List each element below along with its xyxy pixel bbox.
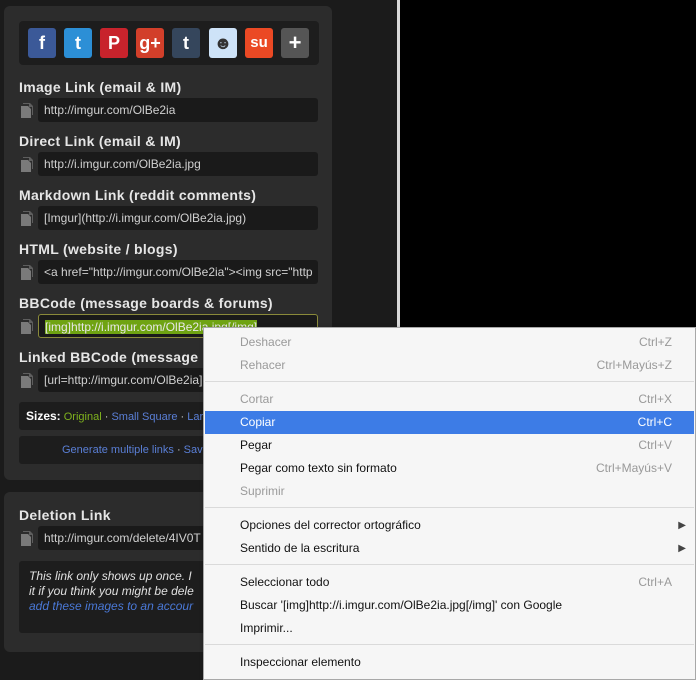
copy-document-icon[interactable] xyxy=(20,157,33,173)
menu-item-writing-direction[interactable]: Sentido de la escritura ▶ xyxy=(205,537,694,560)
menu-item-select-all[interactable]: Seleccionar todo Ctrl+A xyxy=(205,571,694,594)
menu-item-label: Opciones del corrector ortográfico xyxy=(240,518,421,532)
stumbleupon-icon[interactable]: su xyxy=(245,28,273,58)
menu-item-search-google[interactable]: Buscar '[img]http://i.imgur.com/OlBe2ia.… xyxy=(205,594,694,617)
sizes-label: Sizes: xyxy=(26,409,61,423)
size-separator: · xyxy=(101,411,112,423)
copy-document-icon[interactable] xyxy=(20,103,33,119)
twitter-icon[interactable]: t xyxy=(64,28,92,58)
menu-item-label: Imprimir... xyxy=(240,621,293,635)
image-link-field[interactable]: http://imgur.com/OlBe2ia xyxy=(38,98,318,122)
reddit-icon[interactable]: ☻ xyxy=(209,28,237,58)
size-separator: · xyxy=(177,411,188,423)
menu-item-spellcheck-options[interactable]: Opciones del corrector ortográfico ▶ xyxy=(205,514,694,537)
menu-item-label: Sentido de la escritura xyxy=(240,541,360,555)
copy-document-icon[interactable] xyxy=(20,373,33,389)
menu-item-delete[interactable]: Suprimir xyxy=(205,480,694,503)
menu-item-cut[interactable]: Cortar Ctrl+X xyxy=(205,388,694,411)
menu-item-label: Suprimir xyxy=(240,484,285,498)
html-link-field[interactable]: <a href="http://imgur.com/OlBe2ia"><img … xyxy=(38,260,318,284)
menu-item-redo[interactable]: Rehacer Ctrl+Mayús+Z xyxy=(205,354,694,377)
html-link-label: HTML (website / blogs) xyxy=(19,241,178,257)
facebook-icon[interactable]: f xyxy=(28,28,56,58)
menu-item-label: Deshacer xyxy=(240,335,292,349)
menu-item-label: Buscar '[img]http://i.imgur.com/OlBe2ia.… xyxy=(240,598,563,612)
menu-item-shortcut: Ctrl+Z xyxy=(639,335,672,349)
menu-item-shortcut: Ctrl+A xyxy=(638,575,672,589)
menu-item-label: Rehacer xyxy=(240,358,286,372)
menu-separator xyxy=(205,644,694,645)
menu-item-shortcut: Ctrl+Mayús+V xyxy=(595,461,672,475)
tumblr-icon[interactable]: t xyxy=(172,28,200,58)
image-link-label: Image Link (email & IM) xyxy=(19,79,182,95)
menu-item-shortcut: Ctrl+V xyxy=(638,438,672,452)
menu-separator xyxy=(205,507,694,508)
deletion-link-label: Deletion Link xyxy=(19,507,111,523)
size-original-link[interactable]: Original xyxy=(64,411,102,423)
copy-document-icon[interactable] xyxy=(20,265,33,281)
menu-item-label: Copiar xyxy=(240,415,276,429)
menu-separator xyxy=(205,564,694,565)
menu-item-print[interactable]: Imprimir... xyxy=(205,617,694,640)
share-bar: f t P g+ t ☻ su + xyxy=(19,21,319,65)
copy-document-icon[interactable] xyxy=(20,319,33,335)
pinterest-icon[interactable]: P xyxy=(100,28,128,58)
bbcode-label: BBCode (message boards & forums) xyxy=(19,295,273,311)
menu-item-paste-plain[interactable]: Pegar como texto sin formato Ctrl+Mayús+… xyxy=(205,457,694,480)
copy-document-icon[interactable] xyxy=(20,211,33,227)
menu-item-inspect-element[interactable]: Inspeccionar elemento xyxy=(205,651,694,674)
generate-multiple-links[interactable]: Generate multiple links xyxy=(62,444,174,456)
menu-item-shortcut: Ctrl+Mayús+Z xyxy=(596,358,672,372)
markdown-link-label: Markdown Link (reddit comments) xyxy=(19,187,257,203)
googleplus-icon[interactable]: g+ xyxy=(136,28,164,58)
context-menu: Deshacer Ctrl+Z Rehacer Ctrl+Mayús+Z Cor… xyxy=(203,327,696,680)
menu-item-label: Cortar xyxy=(240,392,274,406)
menu-item-label: Pegar xyxy=(240,438,273,452)
menu-item-label: Pegar como texto sin formato xyxy=(240,461,397,475)
submenu-arrow-icon: ▶ xyxy=(678,543,686,554)
direct-link-label: Direct Link (email & IM) xyxy=(19,133,182,149)
menu-item-shortcut: Ctrl+X xyxy=(638,392,672,406)
menu-item-label: Inspeccionar elemento xyxy=(240,655,361,669)
menu-separator xyxy=(205,381,694,382)
menu-item-copy[interactable]: Copiar Ctrl+C xyxy=(205,411,694,434)
menu-item-label: Seleccionar todo xyxy=(240,575,330,589)
menu-item-shortcut: Ctrl+C xyxy=(637,415,672,429)
submenu-arrow-icon: ▶ xyxy=(678,520,686,531)
menu-item-paste[interactable]: Pegar Ctrl+V xyxy=(205,434,694,457)
generate-separator: · xyxy=(173,444,184,456)
markdown-link-field[interactable]: [Imgur](http://i.imgur.com/OlBe2ia.jpg) xyxy=(38,206,318,230)
direct-link-field[interactable]: http://i.imgur.com/OlBe2ia.jpg xyxy=(38,152,318,176)
size-small-square-link[interactable]: Small Square xyxy=(111,411,177,423)
menu-item-undo[interactable]: Deshacer Ctrl+Z xyxy=(205,331,694,354)
more-icon[interactable]: + xyxy=(281,28,309,58)
linked-bbcode-label: Linked BBCode (message xyxy=(19,349,199,365)
copy-document-icon[interactable] xyxy=(20,531,33,547)
